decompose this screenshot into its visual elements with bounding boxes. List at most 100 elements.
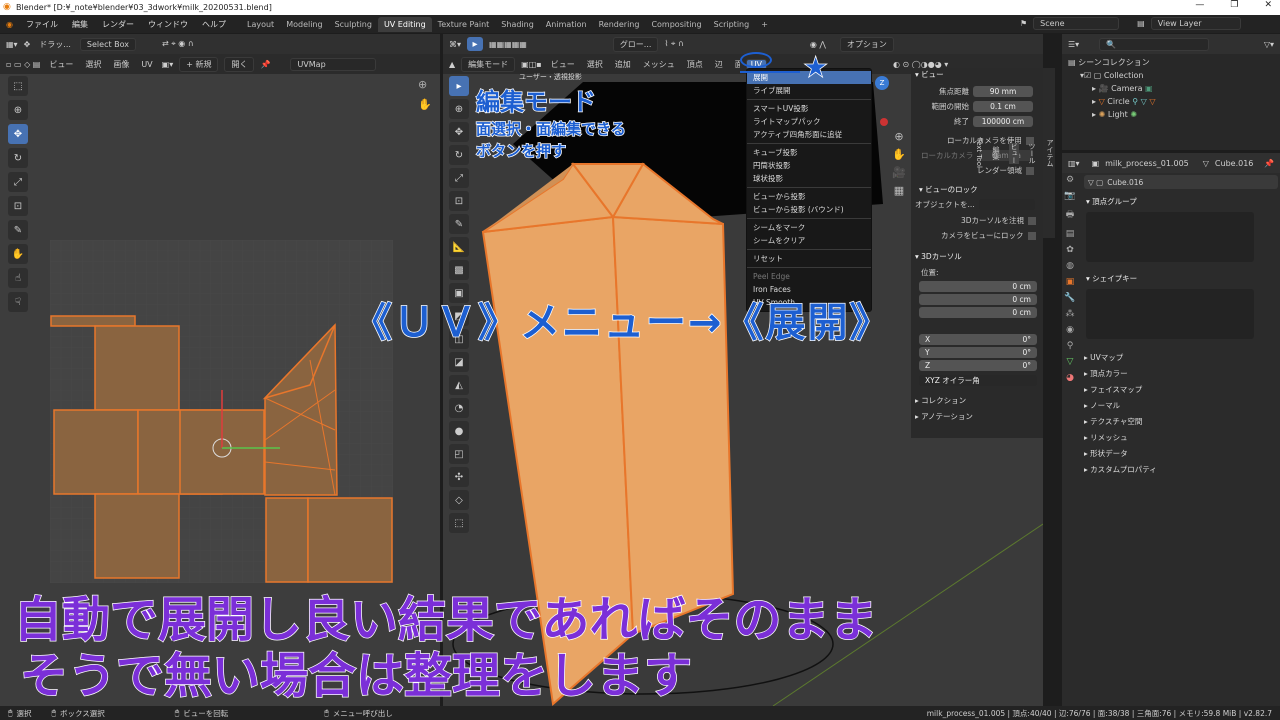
rip-tool-icon[interactable]: ⬚ [449, 513, 469, 533]
tab-tool[interactable]: ツール [1027, 143, 1037, 164]
knife-tool-icon[interactable]: ◪ [449, 352, 469, 372]
focal-length-field[interactable]: 90 mm [973, 86, 1033, 97]
select-tool-icon[interactable]: ▸ [449, 76, 469, 96]
rotation-mode-dropdown[interactable]: XYZ オイラー角 [919, 375, 1037, 386]
uv-menu-view[interactable]: ビュー [46, 58, 76, 71]
menu-file[interactable]: ファイル [19, 19, 65, 30]
menu-item-mark-seam[interactable]: シームをマーク [747, 221, 871, 234]
render-region-checkbox[interactable] [1026, 166, 1034, 175]
particles-tab-icon[interactable]: ⁂ [1066, 309, 1075, 319]
cursor-location-x[interactable]: 0 cm [919, 281, 1037, 292]
new-image-button[interactable]: + 新規 [179, 56, 219, 72]
cursor-tool-icon[interactable]: ⊕ [449, 99, 469, 119]
select-box-icon[interactable]: ▸ [467, 37, 484, 51]
menu-edit[interactable]: 編集 [65, 19, 95, 30]
outliner-scene-collection[interactable]: ▤ シーンコレクション [1068, 56, 1274, 69]
gizmo-z-axis[interactable]: Z [875, 76, 889, 90]
scale-tool-icon[interactable]: ⤢ [449, 168, 469, 188]
menu-face[interactable]: 面 [732, 58, 740, 71]
drag-dropdown[interactable]: ドラッ... [36, 38, 74, 51]
pinch-tool-icon[interactable]: ☟ [8, 292, 28, 312]
render-tab-icon[interactable]: 📷 [1064, 191, 1075, 201]
select-tool-icon[interactable]: ⬚ [8, 76, 28, 96]
uv-zoom-icon[interactable]: ⊕ [418, 78, 427, 91]
3d-cursor-title[interactable]: ▾ 3Dカーソル [911, 250, 1043, 263]
move-tool-icon[interactable]: ✥ [8, 124, 28, 144]
tab-sculpting[interactable]: Sculpting [329, 17, 378, 32]
transform-orientation-dropdown[interactable]: グロー... [612, 36, 659, 52]
minimize-button[interactable]: — [1195, 0, 1204, 10]
menu-item-reset[interactable]: リセット [747, 252, 871, 265]
tab-item[interactable]: アイテム [1045, 139, 1055, 167]
options-dropdown[interactable]: オプション [839, 36, 894, 52]
remesh-panel[interactable]: ▸ リメッシュ [1084, 429, 1278, 445]
shape-keys-list[interactable] [1086, 289, 1254, 339]
cursor-rotation-x[interactable]: X 0° [919, 334, 1037, 345]
blender-menu-icon[interactable]: ◉ [0, 20, 19, 29]
menu-item-cylinder-projection[interactable]: 円筒状投影 [747, 159, 871, 172]
menu-item-peel-edge[interactable]: Peel Edge [747, 270, 871, 283]
modifier-tab-icon[interactable]: 🔧 [1064, 293, 1075, 303]
pan-icon[interactable]: ✋ [892, 148, 906, 161]
pin-icon[interactable]: 📌 [1264, 159, 1274, 168]
cursor-rotation-z[interactable]: Z 0° [919, 360, 1037, 371]
editor-type-icon[interactable]: ⌘▾ [449, 40, 461, 49]
close-button[interactable]: ✕ [1264, 0, 1272, 10]
move-tool-icon[interactable]: ✥ [24, 40, 31, 49]
cursor-rotation-y[interactable]: Y 0° [919, 347, 1037, 358]
mode-selector[interactable]: 編集モード [461, 56, 516, 72]
tab-edit[interactable]: 編集 [991, 146, 1001, 160]
mesh-select-mode-icons[interactable]: ▣◫▪ [521, 60, 542, 69]
tab-shading[interactable]: Shading [495, 17, 540, 32]
custom-properties-panel[interactable]: ▸ カスタムプロパティ [1084, 461, 1278, 477]
menu-item-lightmap-pack[interactable]: ライトマップパック [747, 115, 871, 128]
uv-menu-image[interactable]: 画像 [110, 58, 132, 71]
maximize-button[interactable]: ❐ [1230, 0, 1238, 10]
menu-render[interactable]: レンダー [95, 19, 141, 30]
vertex-groups-list[interactable] [1086, 212, 1254, 262]
scale-tool-icon[interactable]: ⤢ [8, 172, 28, 192]
camera-field[interactable]: Camera [979, 150, 1034, 161]
relax-tool-icon[interactable]: ☝ [8, 268, 28, 288]
cursor-location-z[interactable]: 0 cm [919, 307, 1037, 318]
material-tab-icon[interactable]: ◕ [1066, 373, 1074, 383]
uv-sync-icon[interactable]: ⇄ ⌖ ◉ ∩ [162, 39, 194, 49]
menu-view[interactable]: ビュー [548, 58, 578, 71]
mesh-data-tab-icon[interactable]: ▽ [1067, 357, 1074, 367]
measure-tool-icon[interactable]: 📐 [449, 237, 469, 257]
grab-tool-icon[interactable]: ✋ [8, 244, 28, 264]
menu-item-project-from-view-bounds[interactable]: ビューから投影 (バウンド) [747, 203, 871, 216]
menu-edge[interactable]: 辺 [712, 58, 726, 71]
rotate-tool-icon[interactable]: ↻ [8, 148, 28, 168]
camera-view-icon[interactable]: 🎥 [892, 166, 906, 179]
menu-vertex[interactable]: 頂点 [684, 58, 706, 71]
tab-view[interactable]: ビュー [1009, 142, 1019, 164]
add-workspace-button[interactable]: + [755, 17, 774, 32]
polybuild-tool-icon[interactable]: ◭ [449, 375, 469, 395]
transform-tool-icon[interactable]: ⊡ [449, 191, 469, 211]
shrink-tool-icon[interactable]: ✣ [449, 467, 469, 487]
view-panel-title[interactable]: ▾ ビュー [911, 68, 1043, 81]
rotate-tool-icon[interactable]: ↻ [449, 145, 469, 165]
outliner-circle[interactable]: ▸ ▽ Circle ⚲ ▽ ▽ [1068, 95, 1274, 108]
outliner-light[interactable]: ▸ ✺ Light ✺ [1068, 108, 1274, 121]
lock-object-field[interactable] [978, 199, 1035, 210]
outliner-type-icon[interactable]: ☰▾ [1068, 40, 1079, 49]
normals-panel[interactable]: ▸ ノーマル [1084, 397, 1278, 413]
shape-keys-panel[interactable]: ▾ シェイプキー [1084, 272, 1278, 285]
tab-layout[interactable]: Layout [241, 17, 280, 32]
view-lock-title[interactable]: ▾ ビューのロック [911, 183, 1043, 196]
menu-mesh[interactable]: メッシュ [640, 58, 678, 71]
select-mode-icons[interactable]: ▦▦▦▦▦ [489, 40, 527, 49]
clip-start-field[interactable]: 0.1 cm [973, 101, 1033, 112]
properties-type-icon[interactable]: ▥▾ [1068, 159, 1080, 168]
world-tab-icon[interactable]: ◍ [1066, 261, 1074, 271]
outliner-search[interactable]: 🔍 [1099, 37, 1210, 51]
annotation-panel-title[interactable]: ▸ アノテーション [911, 410, 1043, 423]
menu-item-live-unwrap[interactable]: ライブ展開 [747, 84, 871, 97]
physics-tab-icon[interactable]: ◉ [1066, 325, 1074, 335]
menu-item-sphere-projection[interactable]: 球状投影 [747, 172, 871, 185]
smooth-tool-icon[interactable]: ● [449, 421, 469, 441]
tab-texture-paint[interactable]: Texture Paint [432, 17, 496, 32]
view-mode-icon[interactable]: ▫ ▭ ◇ ▤ [6, 60, 40, 69]
